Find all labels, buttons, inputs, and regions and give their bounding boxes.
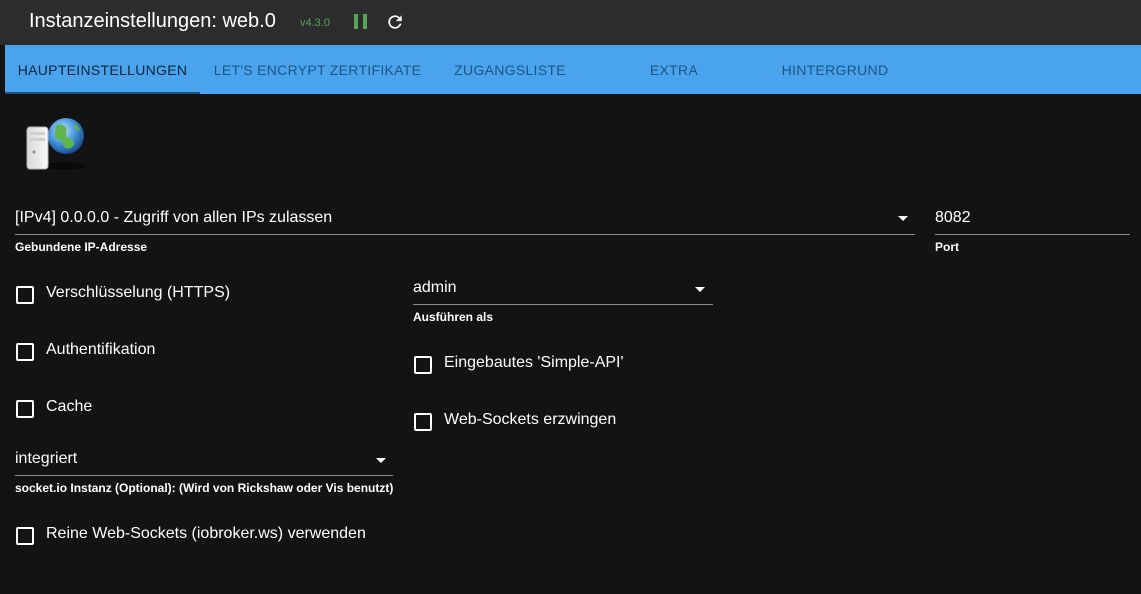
auth-checkbox-row[interactable]: Authentifikation (16, 341, 316, 363)
cache-checkbox[interactable] (16, 400, 34, 418)
run-as-underline (413, 304, 713, 305)
pause-icon[interactable] (354, 14, 367, 29)
tab-extra[interactable]: EXTRA (585, 45, 763, 94)
active-tab-indicator (5, 92, 200, 94)
refresh-icon[interactable] (385, 12, 405, 32)
tab-bar: HAUPTEINSTELLUNGEN LET'S ENCRYPT ZERTIFI… (5, 45, 1141, 94)
run-as-label: Ausführen als (413, 310, 494, 324)
pure-websockets-checkbox-row[interactable]: Reine Web-Sockets (iobroker.ws) verwende… (16, 525, 416, 547)
cache-label: Cache (46, 398, 93, 415)
tab-hintergrund[interactable]: HINTERGRUND (763, 45, 907, 94)
socketio-select[interactable]: integriert (15, 450, 77, 468)
force-websockets-checkbox[interactable] (414, 413, 432, 431)
auth-checkbox[interactable] (16, 343, 34, 361)
caret-down-icon[interactable] (898, 216, 908, 221)
bind-ip-label: Gebundene IP-Adresse (15, 240, 148, 254)
tab-haupteinstellungen[interactable]: HAUPTEINSTELLUNGEN (5, 45, 200, 94)
force-websockets-checkbox-row[interactable]: Web-Sockets erzwingen (414, 411, 734, 433)
caret-down-icon[interactable] (695, 287, 705, 292)
bind-ip-underline (15, 234, 915, 235)
https-label: Verschlüsselung (HTTPS) (46, 284, 231, 301)
caret-down-icon[interactable] (376, 458, 386, 463)
force-websockets-label: Web-Sockets erzwingen (444, 411, 617, 428)
port-label: Port (935, 240, 959, 254)
tab-zugangsliste[interactable]: ZUGANGSLISTE (435, 45, 585, 94)
port-input[interactable]: 8082 (935, 209, 971, 227)
port-underline (935, 234, 1130, 235)
pure-websockets-label: Reine Web-Sockets (iobroker.ws) verwende… (46, 525, 366, 542)
pure-websockets-checkbox[interactable] (16, 527, 34, 545)
page-title: Instanzeinstellungen: web.0 (29, 10, 276, 32)
https-checkbox[interactable] (16, 286, 34, 304)
https-checkbox-row[interactable]: Verschlüsselung (HTTPS) (16, 284, 316, 306)
server-globe-icon (26, 118, 86, 170)
cache-checkbox-row[interactable]: Cache (16, 398, 316, 420)
simple-api-label: Eingebautes 'Simple-API' (444, 354, 624, 371)
run-as-select[interactable]: admin (413, 279, 457, 297)
simple-api-checkbox-row[interactable]: Eingebautes 'Simple-API' (414, 354, 734, 376)
socketio-underline (15, 475, 393, 476)
simple-api-checkbox[interactable] (414, 356, 432, 374)
tab-lets-encrypt[interactable]: LET'S ENCRYPT ZERTIFIKATE (200, 45, 435, 94)
header-bar: Instanzeinstellungen: web.0 v4.3.0 (0, 0, 1141, 45)
socketio-label: socket.io Instanz (Optional): (Wird von … (15, 481, 394, 495)
auth-label: Authentifikation (46, 341, 156, 358)
version-badge: v4.3.0 (300, 17, 330, 29)
bind-ip-select[interactable]: [IPv4] 0.0.0.0 - Zugriff von allen IPs z… (15, 209, 332, 227)
